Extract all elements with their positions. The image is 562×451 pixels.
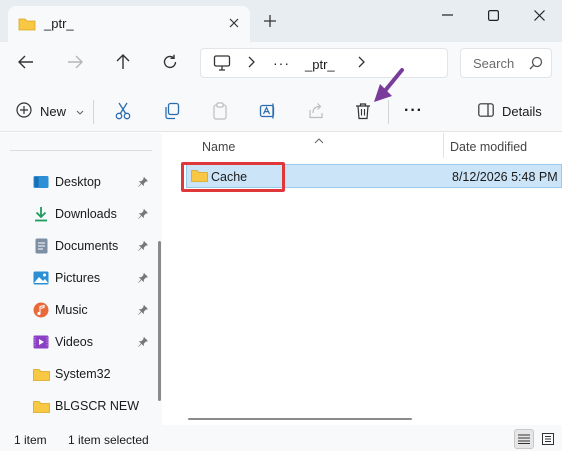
title-bar: _ptr_ bbox=[0, 0, 562, 42]
sidebar-scrollbar[interactable] bbox=[158, 241, 161, 401]
search-box[interactable] bbox=[460, 48, 552, 78]
video-icon bbox=[32, 334, 50, 350]
pin-icon[interactable] bbox=[138, 176, 149, 190]
share-icon[interactable] bbox=[306, 101, 326, 121]
details-view-button[interactable] bbox=[514, 429, 534, 449]
back-button[interactable] bbox=[16, 52, 36, 72]
tiles-view-button[interactable] bbox=[538, 429, 558, 449]
search-icon bbox=[529, 56, 543, 73]
annotation-arrow-icon bbox=[374, 68, 404, 102]
document-icon bbox=[32, 238, 50, 254]
column-header-date-modified[interactable]: Date modified bbox=[450, 140, 527, 154]
tab-title: _ptr_ bbox=[44, 16, 74, 31]
navigation-bar: ··· _ptr_ bbox=[0, 42, 562, 82]
chevron-down-icon bbox=[76, 104, 84, 119]
minimize-button[interactable] bbox=[424, 0, 470, 30]
breadcrumb-ptr[interactable]: _ptr_ bbox=[305, 57, 335, 72]
sidebar-item-pictures[interactable]: Pictures bbox=[32, 266, 154, 290]
sidebar-item-videos[interactable]: Videos bbox=[32, 330, 154, 354]
sidebar-item-label: Videos bbox=[55, 335, 93, 349]
new-label: New bbox=[40, 103, 67, 119]
delete-icon[interactable] bbox=[353, 101, 373, 121]
computer-icon bbox=[213, 55, 231, 74]
up-button[interactable] bbox=[113, 52, 133, 72]
pin-icon[interactable] bbox=[138, 240, 149, 254]
column-divider[interactable] bbox=[443, 133, 444, 158]
details-label: Details bbox=[502, 104, 542, 119]
copy-icon[interactable] bbox=[162, 101, 182, 121]
column-header-name[interactable]: Name bbox=[202, 140, 235, 154]
rename-icon[interactable] bbox=[258, 101, 278, 121]
close-icon[interactable] bbox=[226, 15, 242, 31]
sidebar-item-desktop[interactable]: Desktop bbox=[32, 170, 154, 194]
sidebar-item-label: BLGSCR NEW bbox=[55, 399, 140, 413]
folder-icon bbox=[32, 398, 50, 414]
highlight-box bbox=[181, 162, 285, 192]
search-input[interactable] bbox=[473, 56, 523, 71]
navigation-pane: Desktop Downloads Documents Pictures Mus… bbox=[0, 133, 162, 425]
sidebar-item-label: Documents bbox=[55, 239, 119, 253]
selection-count: 1 item selected bbox=[68, 433, 149, 447]
sidebar-item-music[interactable]: Music bbox=[32, 298, 154, 322]
status-bar: 1 item 1 item selected bbox=[0, 425, 562, 451]
file-date-modified: 8/12/2026 5:48 PM bbox=[452, 170, 558, 184]
new-button[interactable]: New bbox=[16, 101, 84, 121]
details-pane-icon bbox=[478, 103, 494, 120]
address-overflow[interactable]: ··· bbox=[273, 55, 290, 71]
music-icon bbox=[32, 302, 50, 318]
sidebar-item-label: System32 bbox=[55, 367, 111, 381]
maximize-button[interactable] bbox=[470, 0, 516, 30]
picture-icon bbox=[32, 270, 50, 286]
toolbar-divider bbox=[93, 100, 94, 124]
download-icon bbox=[32, 206, 50, 222]
pin-icon[interactable] bbox=[138, 336, 149, 350]
refresh-button[interactable] bbox=[160, 52, 180, 72]
pin-icon[interactable] bbox=[138, 208, 149, 222]
pin-icon[interactable] bbox=[138, 272, 149, 286]
tab-ptr[interactable]: _ptr_ bbox=[8, 6, 250, 42]
pin-icon[interactable] bbox=[138, 304, 149, 318]
new-tab-button[interactable] bbox=[262, 13, 278, 29]
paste-icon[interactable] bbox=[210, 101, 230, 121]
sidebar-item-blgscr-new[interactable]: BLGSCR NEW bbox=[32, 394, 154, 418]
address-bar[interactable]: ··· _ptr_ bbox=[200, 48, 448, 78]
chevron-right-icon[interactable] bbox=[247, 56, 255, 71]
forward-button[interactable] bbox=[65, 52, 85, 72]
command-bar: New ··· Details bbox=[0, 82, 562, 132]
sidebar-item-label: Downloads bbox=[55, 207, 117, 221]
folder-icon bbox=[32, 366, 50, 382]
sidebar-item-label: Desktop bbox=[55, 175, 101, 189]
sidebar-item-label: Pictures bbox=[55, 271, 101, 285]
sidebar-item-system32[interactable]: System32 bbox=[32, 362, 154, 386]
folder-icon bbox=[18, 17, 36, 34]
details-pane-button[interactable]: Details bbox=[478, 103, 542, 120]
desktop-icon bbox=[32, 174, 50, 190]
cut-icon[interactable] bbox=[113, 101, 133, 121]
sidebar-item-label: Music bbox=[55, 303, 88, 317]
item-count: 1 item bbox=[14, 433, 47, 447]
plus-circle-icon bbox=[16, 101, 32, 121]
horizontal-scrollbar[interactable] bbox=[188, 418, 412, 420]
sidebar-item-downloads[interactable]: Downloads bbox=[32, 202, 154, 226]
chevron-right-icon[interactable] bbox=[357, 56, 365, 71]
sidebar-divider bbox=[10, 150, 152, 151]
sidebar-item-documents[interactable]: Documents bbox=[32, 234, 154, 258]
sort-ascending-icon bbox=[314, 133, 324, 147]
window-close-button[interactable] bbox=[516, 0, 562, 30]
